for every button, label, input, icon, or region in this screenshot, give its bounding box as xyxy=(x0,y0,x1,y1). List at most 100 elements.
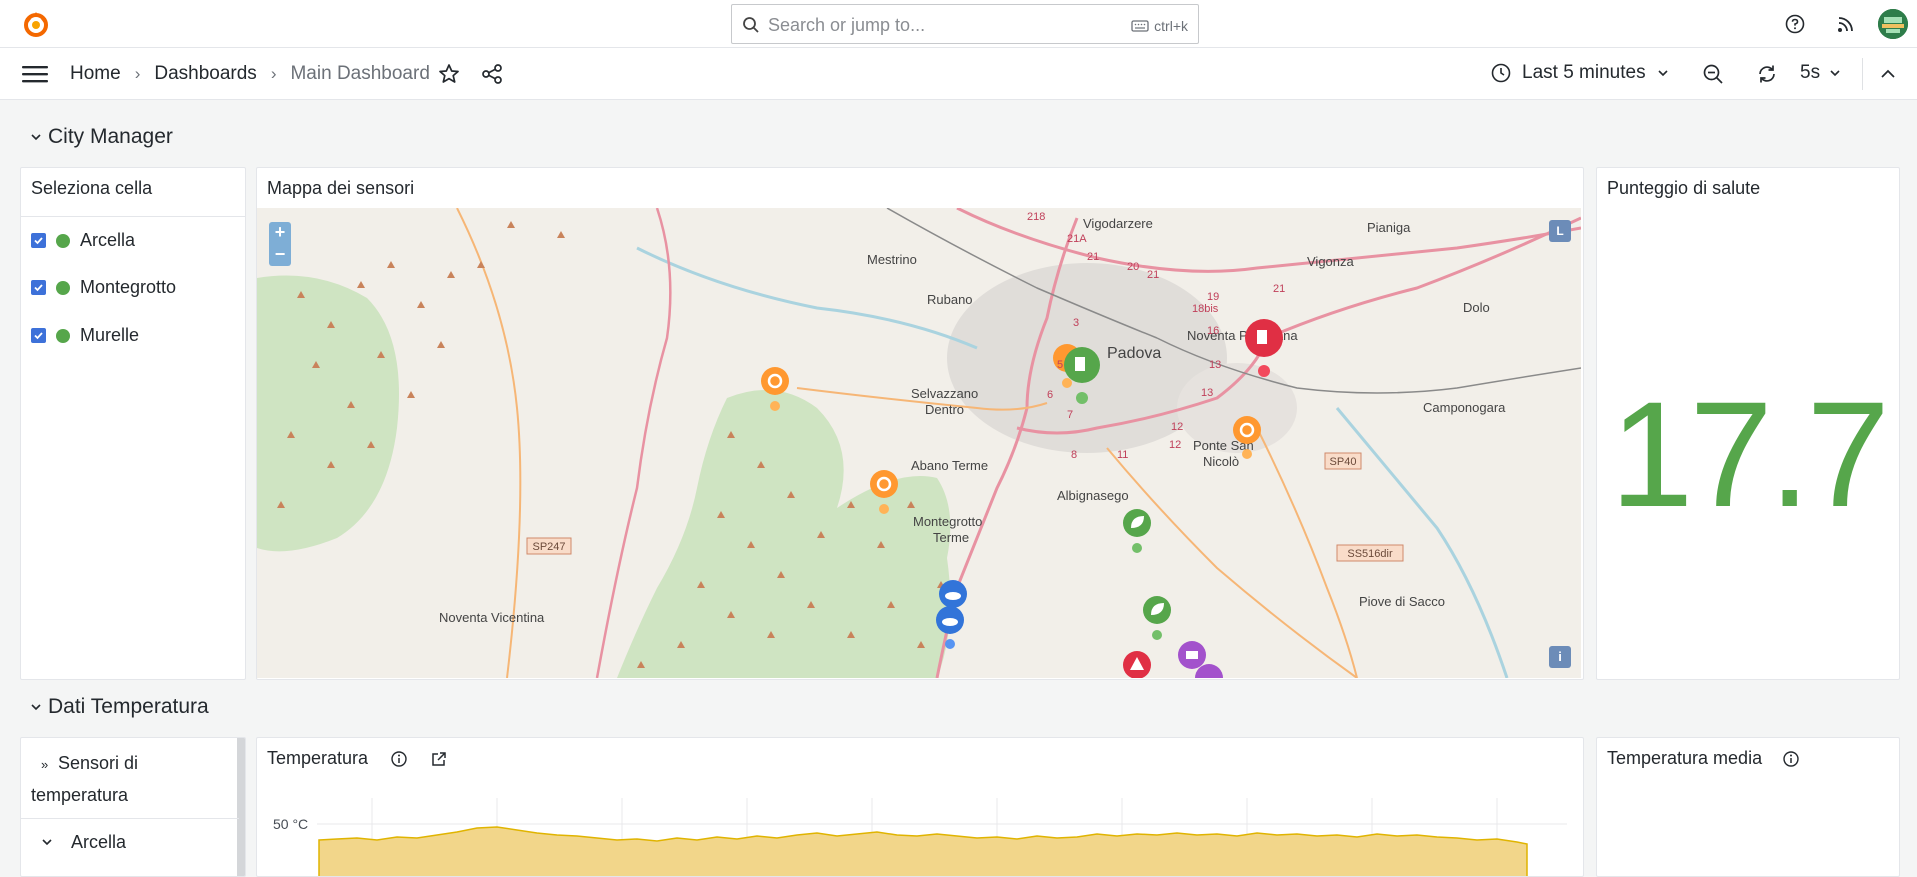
svg-text:20: 20 xyxy=(1127,261,1139,273)
panel-header: Temperatura xyxy=(267,748,448,769)
map-place-label: Selvazzano xyxy=(911,386,978,401)
panel-title-text: Temperatura xyxy=(267,748,369,768)
svg-text:19: 19 xyxy=(1207,291,1219,303)
chevron-up-icon[interactable] xyxy=(1876,62,1900,86)
color-dot xyxy=(56,280,70,295)
map-place-label: Vigonza xyxy=(1307,254,1355,269)
health-score-value: 17.7 xyxy=(1610,370,1890,538)
svg-text:7: 7 xyxy=(1067,409,1073,421)
breadcrumb-home[interactable]: Home xyxy=(70,63,121,85)
panel-title: Mappa dei sensori xyxy=(267,178,415,198)
row-title-text: Dati Temperatura xyxy=(48,695,209,718)
search-icon xyxy=(743,17,759,33)
cell-option-murelle[interactable]: Murelle xyxy=(31,325,139,346)
checkbox-checked[interactable] xyxy=(31,328,46,343)
share-icon[interactable] xyxy=(480,62,504,86)
search-shortcut: ctrl+k xyxy=(1131,18,1188,34)
avg-temperature-panel: Temperatura media xyxy=(1596,737,1900,877)
toolbar-divider xyxy=(1862,58,1863,90)
map-place-label: Rubano xyxy=(927,292,973,307)
help-icon[interactable] xyxy=(1784,13,1806,35)
map-marker-green-leaf[interactable] xyxy=(1123,509,1151,553)
user-avatar[interactable] xyxy=(1878,9,1908,39)
grafana-logo-icon[interactable] xyxy=(22,10,50,38)
color-dot xyxy=(56,233,70,248)
map-layer-button[interactable]: L xyxy=(1549,220,1571,242)
checkbox-checked[interactable] xyxy=(31,233,46,248)
map-place-label: Mestrino xyxy=(867,252,917,267)
svg-text:218: 218 xyxy=(1027,211,1045,223)
keyboard-icon xyxy=(1131,20,1149,32)
dashboard-navbar: Home › Dashboards › Main Dashboard Last … xyxy=(0,48,1917,100)
map-place-label: Dentro xyxy=(925,402,964,417)
temperature-series-area xyxy=(318,826,1528,876)
external-link-icon[interactable] xyxy=(430,750,448,768)
info-icon[interactable] xyxy=(1782,750,1800,768)
cell-option-label: Arcella xyxy=(80,230,136,250)
road-label: SP247 xyxy=(532,541,565,553)
star-icon[interactable] xyxy=(437,62,461,86)
temperature-chart-panel: Temperatura 50 °C xyxy=(256,737,1584,877)
cell-option-arcella[interactable]: Arcella xyxy=(31,230,135,251)
time-range-picker[interactable]: Last 5 minutes xyxy=(1490,62,1670,84)
zoom-out-icon[interactable] xyxy=(1701,62,1725,86)
map-place-label: Padova xyxy=(1107,345,1161,362)
sensor-map[interactable]: SP247 SP40 SS516dir Vigodarzere Pianiga … xyxy=(257,206,1582,679)
map-zoom-control[interactable]: + − xyxy=(269,222,291,266)
color-dot xyxy=(56,328,70,343)
refresh-icon[interactable] xyxy=(1755,62,1779,86)
breadcrumb-current: Main Dashboard xyxy=(290,63,430,84)
clock-icon xyxy=(1491,63,1511,83)
search-input[interactable]: Search or jump to... ctrl+k xyxy=(731,4,1199,44)
zoom-out-button[interactable]: − xyxy=(269,244,291,266)
checkbox-checked[interactable] xyxy=(31,280,46,295)
chevron-down-icon xyxy=(31,704,41,711)
panel-title: Seleziona cella xyxy=(31,178,153,198)
map-canvas[interactable]: SP247 SP40 SS516dir Vigodarzere Pianiga … xyxy=(257,206,1582,679)
sensor-tree-panel: » Sensori di temperatura Arcella xyxy=(20,737,246,877)
svg-text:21: 21 xyxy=(1087,251,1099,263)
svg-text:8: 8 xyxy=(1071,449,1077,461)
row-city-manager[interactable]: City Manager xyxy=(30,125,173,149)
map-place-label: Terme xyxy=(933,530,969,545)
svg-text:21A: 21A xyxy=(1067,233,1087,245)
svg-text:11: 11 xyxy=(1117,449,1128,461)
news-feed-icon[interactable] xyxy=(1835,13,1857,35)
svg-text:21: 21 xyxy=(1273,283,1285,295)
tree-group-sensori[interactable]: » Sensori di temperatura xyxy=(31,748,211,810)
road-label: SP40 xyxy=(1330,456,1357,468)
health-score-panel: Punteggio di salute 17.7 xyxy=(1596,167,1900,680)
map-marker-green-leaf[interactable] xyxy=(1143,596,1171,640)
svg-text:16: 16 xyxy=(1207,325,1219,337)
map-place-label: Nicolò xyxy=(1203,454,1239,469)
check-icon xyxy=(34,237,43,245)
zoom-in-button[interactable]: + xyxy=(269,222,291,244)
svg-text:18bis: 18bis xyxy=(1192,303,1219,315)
breadcrumb-dashboards[interactable]: Dashboards xyxy=(154,63,256,85)
svg-text:5: 5 xyxy=(1057,359,1063,371)
panel-title: Punteggio di salute xyxy=(1607,178,1761,198)
check-icon xyxy=(34,284,43,292)
map-marker-red-warning[interactable] xyxy=(1123,651,1151,679)
map-place-label: Montegrotto xyxy=(913,514,982,529)
svg-text:6: 6 xyxy=(1047,389,1053,401)
row-title-text: City Manager xyxy=(48,125,173,148)
row-dati-temperatura[interactable]: Dati Temperatura xyxy=(30,695,209,719)
tree-item-arcella[interactable]: Arcella xyxy=(31,827,126,857)
map-place-label: Camponogara xyxy=(1423,400,1506,415)
refresh-interval-picker[interactable]: 5s xyxy=(1800,62,1842,84)
svg-text:13: 13 xyxy=(1209,359,1221,371)
temperature-chart[interactable] xyxy=(257,798,1581,877)
cell-option-montegrotto[interactable]: Montegrotto xyxy=(31,277,176,298)
info-icon[interactable] xyxy=(390,750,408,768)
scrollbar[interactable] xyxy=(237,738,245,876)
menu-icon[interactable] xyxy=(22,64,48,84)
map-place-label: Dolo xyxy=(1463,300,1490,315)
map-marker-purple-factory[interactable] xyxy=(1178,641,1223,679)
chevron-down-icon xyxy=(42,839,52,846)
avatar-icon xyxy=(1878,9,1908,39)
map-place-label: Noventa Vicentina xyxy=(439,610,545,625)
map-info-button[interactable]: i xyxy=(1549,646,1571,668)
top-bar: Search or jump to... ctrl+k xyxy=(0,0,1917,48)
tree-item-label: Arcella xyxy=(71,832,127,852)
